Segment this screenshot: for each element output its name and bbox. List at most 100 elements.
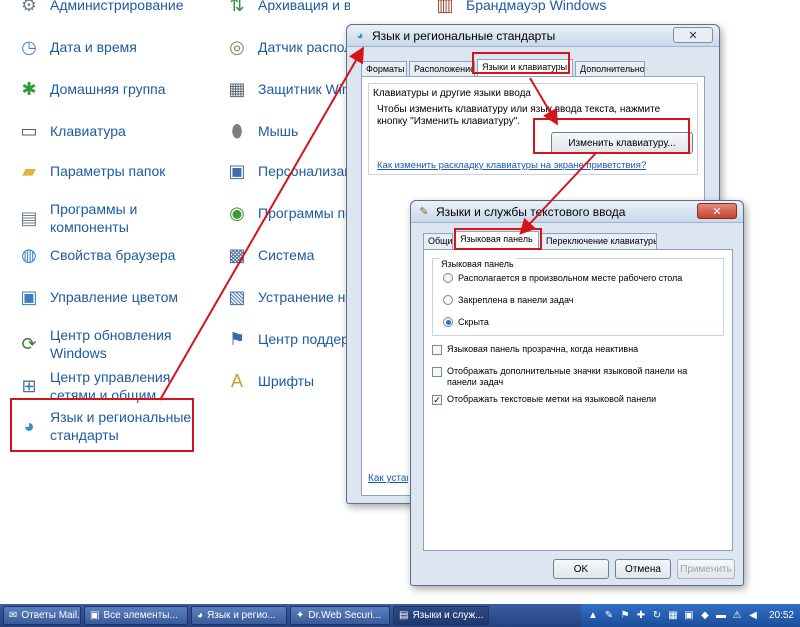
firewall-icon: ▥ [436,0,454,15]
checkbox[interactable]: ✓ [432,395,442,405]
control-panel-item[interactable]: ▣ Персонализация [224,158,350,184]
network-tray-icon[interactable]: ▦ [667,610,679,622]
control-panel-item-label: Датчик расположения и другие датчики [258,39,350,55]
language-bar-radio[interactable]: Закреплена в панели задач [443,295,574,305]
clock[interactable]: 20:52 [769,610,794,621]
defender-icon: ▦ [228,79,246,99]
language-bar-option[interactable]: Отображать дополнительные значки языково… [432,366,712,388]
control-panel-item[interactable]: ▥ Брандмауэр Windows [432,0,626,18]
checkbox[interactable] [432,345,442,355]
control-panel-item[interactable]: ⚙ Администрирование [16,0,200,18]
taskbar-button[interactable]: ▣ Все элементы... [84,606,188,625]
control-panel-item[interactable]: ▣ Управление цветом [16,284,200,310]
taskbar-button[interactable]: ✦ Dr.Web Securi... [290,606,390,625]
tab-2[interactable]: Языки и клавиатуры [477,59,573,77]
control-panel-item-label: Дата и время [50,39,137,55]
flag-icon[interactable]: ⚑ [619,610,631,622]
tab-0[interactable]: Форматы [361,61,407,77]
language-bar-option[interactable]: ✓ Отображать текстовые метки на языковой … [432,394,712,405]
control-panel-item[interactable]: ▦ Защитник Windows [224,76,350,102]
ok-button[interactable]: OK [553,559,609,579]
taskbar-button[interactable]: ▤ Языки и служ... [393,606,489,625]
close-button[interactable]: ✕ [673,27,713,43]
tab-0[interactable]: Общие [423,233,453,249]
windows-update-icon: ⟳ [21,334,37,354]
keyboard-icon: ▭ [20,121,38,141]
language-bar-panel: Языковая панель Располагается в произвол… [423,249,733,551]
language-bar-option[interactable]: Языковая панель прозрачна, когда неактив… [432,344,712,355]
control-panel-item[interactable]: ⚑ Центр поддержки [224,326,350,352]
troubleshoot-icon: ▧ [228,287,246,307]
antivirus-icon[interactable]: ✚ [635,610,647,622]
system-icon: ▩ [228,245,246,265]
control-panel-item[interactable]: A Шрифты [224,368,350,394]
control-panel-item[interactable]: ◕ Язык и региональные стандарты [16,408,200,444]
radio-button[interactable] [443,295,453,305]
control-panel-item[interactable]: ◍ Свойства браузера [16,242,200,268]
tab-2[interactable]: Переключение клавиатуры [541,233,657,249]
apply-button[interactable]: Применить [677,559,735,579]
taskbar-button[interactable]: ◕ Язык и регио... [191,606,287,625]
region-dialog-titlebar[interactable]: ◕ Язык и региональные стандарты ✕ [347,25,719,47]
volume-icon[interactable]: ◀ [747,610,759,622]
control-panel-item[interactable]: ✱ Домашняя группа [16,76,200,102]
homegroup-icon: ✱ [21,79,37,99]
control-panel-item-label: Шрифты [258,373,315,389]
control-panel-item[interactable]: ▧ Устранение неполадок [224,284,350,310]
control-panel-item[interactable]: ⊞ Центр управления сетями и общим [16,368,200,404]
shield-tray-icon[interactable]: ◆ [699,610,711,622]
text-services-title: Языки и службы текстового ввода [436,204,626,219]
control-panel-item-label: Администрирование [50,0,184,13]
radio-button[interactable] [443,317,453,327]
russian-flag-icon[interactable]: ▬ [715,610,727,622]
control-panel-item[interactable]: ▰ Параметры папок [16,158,200,184]
warning-tray-icon[interactable]: ⚠ [731,610,743,622]
default-programs-icon: ◉ [229,203,245,223]
control-panel-item-label: Язык и региональные стандарты [50,409,192,443]
language-bar-radio[interactable]: Скрыта [443,317,489,327]
control-panel-item[interactable]: ▤ Программы и компоненты [16,200,200,236]
control-panel-item[interactable]: ▭ Клавиатура [16,118,200,144]
color-monitor-icon: ▣ [20,287,38,307]
control-panel-item-label: Свойства браузера [50,247,176,263]
monitor-tray-icon[interactable]: ▣ [683,610,695,622]
cancel-button[interactable]: Отмена [615,559,671,579]
checkbox[interactable] [432,367,442,377]
notes-icon[interactable]: ✎ [603,610,615,622]
language-bar-radio[interactable]: Располагается в произвольном месте рабоч… [443,273,682,283]
taskbar-button-label: Ответы Mail.R... [21,610,80,621]
tab-3[interactable]: Дополнительно [575,61,645,77]
radio-button[interactable] [443,273,453,283]
close-button[interactable]: ✕ [697,203,737,219]
change-keyboard-button[interactable]: Изменить клавиатуру... [551,132,693,154]
control-panel-item[interactable]: ⟳ Центр обновления Windows [16,326,200,362]
install-languages-link[interactable]: Как установить [368,473,408,485]
region-icon: ◕ [197,610,204,621]
tab-1[interactable]: Языковая панель [455,231,539,249]
folder-icon: ▰ [22,161,36,181]
taskbar-button-label: Языки и служ... [412,610,484,621]
control-panel-item-label: Архивация и восстановление [258,0,350,13]
text-services-titlebar[interactable]: ✎ Языки и службы текстового ввода ✕ [411,201,743,223]
control-panel-item-label: Брандмауэр Windows [466,0,607,13]
control-panel-item-label: Центр обновления Windows [50,327,172,361]
control-panel-item-label: Центр управления сетями и общим [50,369,171,403]
text-services-dialog: ✎ Языки и службы текстового ввода ✕ Общи… [410,200,744,586]
control-panel-item[interactable]: ◎ Датчик расположения и другие датчики [224,34,350,60]
control-panel-item-label: Система [258,247,315,263]
welcome-screen-link[interactable]: Как изменить раскладку клавиатуры на экр… [377,160,646,172]
network-icon: ⊞ [21,376,37,396]
control-panel-item[interactable]: ⇅ Архивация и восстановление [224,0,350,18]
control-panel-item[interactable]: ▩ Система [224,242,350,268]
control-panel-item[interactable]: ◉ Программы по умолчанию [224,200,350,226]
expand-tray-icon[interactable]: ▲ [587,610,599,622]
radio-label: Скрыта [458,317,489,327]
refresh-icon[interactable]: ↻ [651,610,663,622]
control-panel-item[interactable]: ◷ Дата и время [16,34,200,60]
taskbar-button[interactable]: ✉Ответы Mail.R... [3,606,81,625]
tab-1[interactable]: Расположение [409,61,475,77]
control-panel-item-label: Устранение неполадок [258,289,350,305]
control-panel-item-label: Управление цветом [50,289,179,305]
taskbar-button-label: Dr.Web Securi... [308,610,382,621]
control-panel-item[interactable]: ⬮ Мышь [224,118,350,144]
